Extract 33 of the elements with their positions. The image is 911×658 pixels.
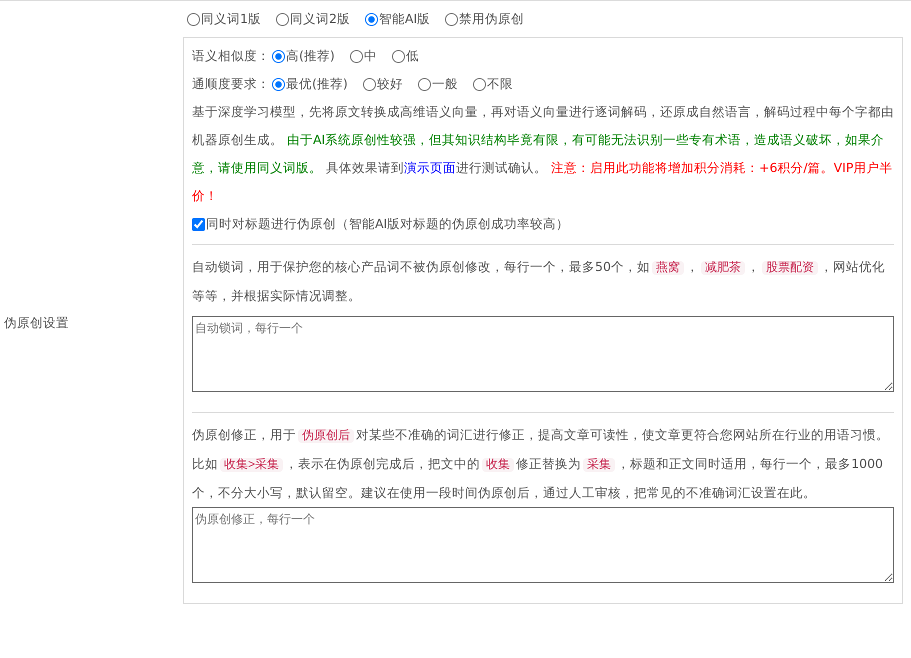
description-text: 伪原创修正，用于 伪原创后 对某些不准确的词汇进行修正，提高文章可读性，使文章更符合您网站所在行业的用语习惯。比如 收集>采集 ，表示在伪原创完成后，把文中的 收集 修正替换为 采集 ，标题和正文同时适用，每行一个，最多1000个，不分大小写，默认留空。建议在使用一段时间伪原创后，通过人工审核，把常见的不准确词汇设置在此。 [192, 426, 890, 502]
radio-label: 不限 [486, 74, 513, 93]
radio-label: 同义词2版 [290, 10, 350, 28]
checkbox-label: 同时对标题进行伪原创（智能AI版对标题的伪原创成功率较高） [206, 214, 570, 233]
radio-button[interactable] [392, 50, 405, 62]
radio-button[interactable] [364, 12, 378, 26]
description-text: 基于深度学习模型，先将原文转换成高维语义向量，再对语义向量进行逐词解码，还原成自然语言，解码过程中每个字都由机器原创生成。 由于AI系统原创性较强，但其知识结构毕竟有限，有可能无法识别一些专有术语，造成语义破坏，如果介意，请使用同义词版。 具体效果请到演示页面进行测试确认。 注意：启用此功能将增加积分消耗：+6积分/篇。VIP用户半价！ [192, 103, 894, 205]
radio-button[interactable] [472, 78, 486, 90]
fluency-label: 通顺度要求： [192, 74, 270, 93]
radio-button[interactable] [445, 12, 458, 26]
similarity-label: 语义相似度： [192, 46, 270, 65]
radio-button[interactable] [418, 78, 431, 90]
radio-label: 低 [406, 46, 419, 65]
checkbox[interactable] [192, 218, 205, 230]
radio-label: 较好 [376, 74, 403, 93]
radio-label: 中 [364, 46, 377, 65]
radio-button[interactable] [187, 12, 200, 26]
radio-label: 同义词1版 [201, 10, 261, 28]
corrections-field[interactable]: 伪原创修正，每行一个 [192, 506, 894, 583]
settings-label: 伪原创设置 [4, 315, 69, 330]
radio-label: 最优(推荐) [286, 74, 348, 93]
radio-button[interactable] [362, 78, 376, 90]
radio-label: 高(推荐) [286, 46, 335, 65]
demo-page-link[interactable]: 演示页面 [404, 160, 456, 175]
lock-words-field[interactable]: 自动锁词，每行一个 [192, 316, 894, 392]
radio-button[interactable] [350, 50, 363, 62]
radio-button[interactable] [276, 12, 289, 26]
radio-button[interactable] [272, 78, 285, 90]
radio-label: 智能AI版 [378, 10, 430, 28]
radio-button[interactable] [272, 50, 285, 62]
radio-label: 一般 [432, 74, 458, 93]
radio-label: 禁用伪原创 [459, 10, 524, 28]
description-text: 自动锁词，用于保护您的核心产品词不被伪原创修改，每行一个，最多50个，如 燕窝 ， 减肥茶 ， 股票配资 ，网站优化等等，并根据实际情况调整。 [192, 258, 886, 305]
